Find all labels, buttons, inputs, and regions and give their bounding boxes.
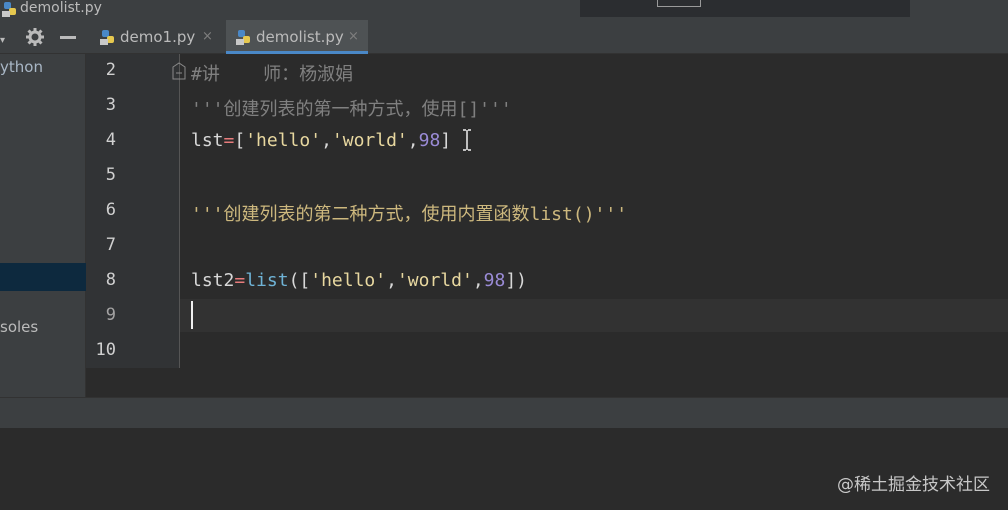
code-token: ([: [288, 270, 311, 291]
close-icon[interactable]: ×: [348, 20, 359, 54]
code-line-3: '''创建列表的第一种方式，使用[]''': [191, 99, 512, 120]
code-token: ,: [386, 270, 397, 291]
project-panel: ython soles: [0, 54, 86, 397]
code-token: [: [234, 130, 246, 151]
line-number: 3: [105, 95, 116, 115]
code-line-8: lst2=list(['hello','world',98]): [191, 270, 527, 291]
current-line-highlight: [86, 299, 1008, 332]
code-token: 'world': [331, 130, 408, 151]
line-number: 4: [105, 130, 116, 150]
close-icon[interactable]: ×: [202, 20, 213, 54]
code-line-2: #讲 师：杨淑娟: [191, 64, 354, 85]
line-number: 2: [105, 60, 116, 80]
toolbar-button[interactable]: [657, 0, 701, 7]
gutter-divider: [179, 54, 180, 368]
tab-label: demo1.py: [120, 28, 196, 46]
code-token: lst: [191, 130, 224, 151]
bottom-tool-bar: [0, 397, 1008, 428]
tab-demolist[interactable]: demolist.py ×: [226, 20, 368, 54]
code-token: =: [223, 130, 235, 151]
python-file-icon: [100, 30, 114, 45]
gear-icon[interactable]: [26, 28, 44, 46]
code-token: 'world': [396, 270, 473, 291]
code-token: ]): [505, 270, 528, 291]
project-selected-row[interactable]: [0, 263, 86, 291]
watermark: @稀土掘金技术社区: [837, 475, 990, 495]
code-token: 98: [418, 130, 441, 151]
fold-marker-icon[interactable]: [172, 62, 186, 80]
tab-demo1[interactable]: demo1.py ×: [98, 20, 216, 54]
ibeam-cursor-icon: [463, 129, 471, 151]
line-number: 5: [105, 165, 116, 185]
code-token: ,: [407, 130, 419, 151]
text-cursor: [191, 301, 193, 329]
code-token: ,: [472, 270, 484, 291]
window-title: demolist.py: [20, 0, 102, 16]
code-token: 'hello': [245, 130, 322, 151]
code-token: =: [234, 270, 246, 291]
project-item-consoles[interactable]: soles: [0, 318, 38, 336]
code-token: ]: [440, 130, 452, 151]
code-token: lst2: [191, 270, 235, 291]
line-number: 8: [105, 270, 116, 290]
python-file-icon: [236, 30, 250, 45]
line-number: 6: [105, 200, 116, 220]
python-file-icon: [2, 2, 16, 17]
code-token: list: [245, 270, 289, 291]
code-line-4: lst=['hello','world',98]: [191, 130, 451, 151]
line-number: 7: [105, 235, 116, 255]
line-number: 10: [95, 340, 116, 360]
code-token: ,: [321, 130, 332, 151]
project-item-python[interactable]: ython: [0, 58, 43, 76]
search-everywhere-area: [580, 0, 910, 17]
code-editor[interactable]: 2 3 4 5 6 7 8 9 10 #讲 师：杨淑娟 '''创建列表的第一种方…: [86, 54, 1008, 397]
collapse-arrow-icon[interactable]: ▾: [0, 35, 5, 46]
code-token: 'hello': [310, 270, 387, 291]
bottom-panel: [0, 428, 1008, 510]
code-line-6: '''创建列表的第二种方式，使用内置函数list()''': [191, 204, 628, 225]
line-number: 9: [105, 305, 116, 325]
minimize-icon[interactable]: [60, 36, 76, 39]
code-token: 98: [483, 270, 506, 291]
tab-label: demolist.py: [256, 28, 344, 46]
